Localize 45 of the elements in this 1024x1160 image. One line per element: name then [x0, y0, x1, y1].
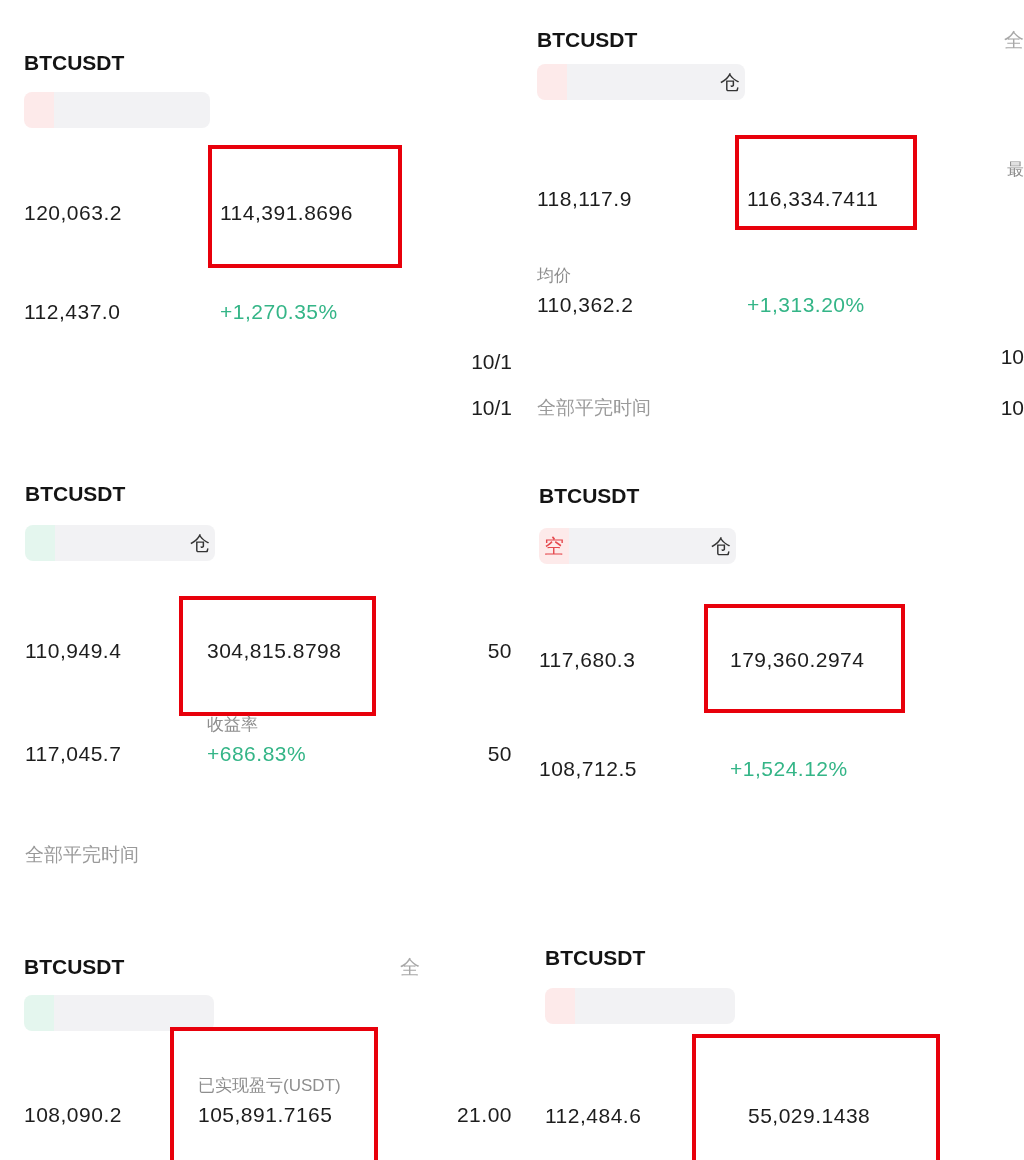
metric-value: 112,437.0: [24, 299, 121, 325]
metric-value: 117,045.7: [25, 741, 122, 767]
header-text: 全: [1004, 28, 1024, 52]
metric-value: 117,680.3: [539, 647, 636, 673]
metric-value: 108,090.2: [24, 1102, 122, 1128]
symbol-title: BTCUSDT: [539, 484, 640, 508]
metric-value: 114,391.8696: [220, 200, 353, 226]
metric-value: 110,949.4: [25, 638, 122, 664]
metric-value: 50: [487, 638, 512, 664]
metric-value: 105,891.7165: [198, 1102, 333, 1128]
metric-value: 110,362.2: [537, 292, 634, 318]
metric-label: 收益率: [207, 714, 258, 736]
metric-value: 108,712.5: [539, 756, 637, 782]
time-label: 全部平完时间: [537, 396, 651, 420]
time-value: 10: [1000, 344, 1024, 370]
header-text: 全: [400, 955, 420, 979]
symbol-title: BTCUSDT: [545, 946, 646, 970]
symbol-title: BTCUSDT: [24, 955, 125, 979]
time-value: 10/1: [471, 349, 512, 375]
metric-value: 21.00: [456, 1102, 512, 1128]
mode-tag: 仓: [55, 525, 215, 561]
mode-tag: 仓: [569, 528, 736, 564]
metric-value: 120,063.2: [24, 200, 122, 226]
metric-value: 304,815.8798: [207, 638, 342, 664]
metric-value: 112,484.6: [545, 1103, 642, 1129]
time-value: 10/1: [471, 395, 512, 421]
metric-value: 118,117.9: [537, 186, 632, 212]
metric-label: 最: [1007, 159, 1024, 181]
time-label: 全部平完时间: [25, 843, 139, 867]
side-tag: 空: [539, 528, 569, 564]
symbol-title: BTCUSDT: [24, 51, 125, 75]
symbol-title: BTCUSDT: [537, 28, 638, 52]
metric-value: 179,360.2974: [730, 647, 865, 673]
metric-value: +1,524.12%: [730, 756, 848, 782]
metric-value: 116,334.7411: [747, 186, 879, 212]
metric-value: 55,029.1438: [748, 1103, 871, 1129]
time-value: 10: [1000, 395, 1024, 421]
metric-value: 50: [487, 741, 512, 767]
mode-tag: 仓: [567, 64, 745, 100]
metric-label: 均价: [537, 265, 571, 287]
symbol-title: BTCUSDT: [25, 482, 126, 506]
metric-label: 已实现盈亏(USDT): [198, 1075, 341, 1097]
metric-value: +686.83%: [207, 741, 307, 767]
metric-value: +1,313.20%: [747, 292, 865, 318]
metric-value: +1,270.35%: [220, 299, 338, 325]
